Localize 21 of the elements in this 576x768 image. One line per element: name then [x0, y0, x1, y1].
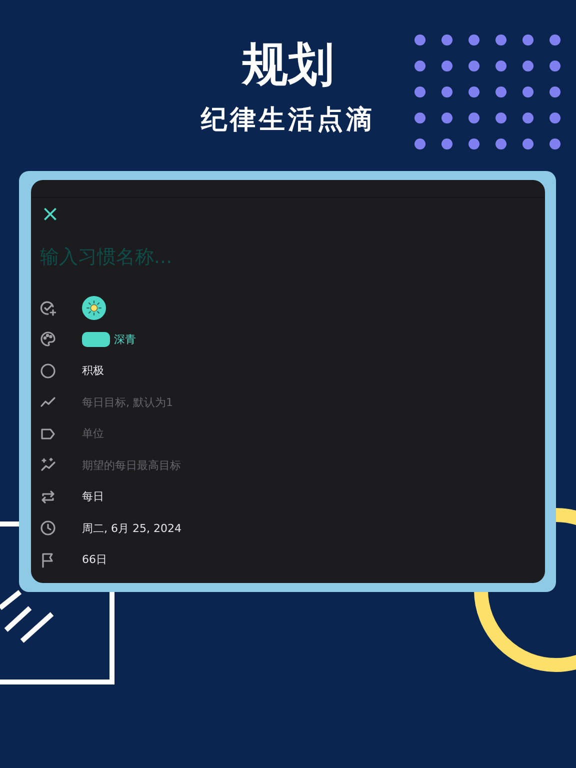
- input-field[interactable]: 每日目标, 默认为1: [82, 396, 282, 409]
- close-button[interactable]: ×: [41, 204, 60, 226]
- color-swatch[interactable]: [82, 332, 110, 347]
- setting-value[interactable]: 积极: [82, 363, 104, 378]
- input-field[interactable]: 单位: [82, 427, 282, 440]
- check-circle-plus-icon: [40, 300, 56, 316]
- subtitle: 纪律生活点滴: [201, 104, 375, 136]
- input-field[interactable]: 期望的每日最高目标: [82, 458, 282, 472]
- clock-icon: [40, 520, 56, 536]
- sun-icon-button[interactable]: [82, 296, 106, 320]
- setting-value[interactable]: 66日: [82, 552, 107, 568]
- color-label: 深青: [114, 332, 136, 347]
- tag-icon: [40, 426, 56, 442]
- palette-icon: [40, 331, 56, 348]
- sparkle-trend-icon: [40, 457, 56, 474]
- setting-value[interactable]: 周二, 6月 25, 2024: [82, 520, 182, 536]
- circle-icon: [40, 362, 56, 379]
- flag-icon: [40, 552, 56, 568]
- headline: 规划: [242, 36, 334, 92]
- repeat-icon: [40, 488, 56, 505]
- setting-value[interactable]: 每日: [82, 489, 104, 504]
